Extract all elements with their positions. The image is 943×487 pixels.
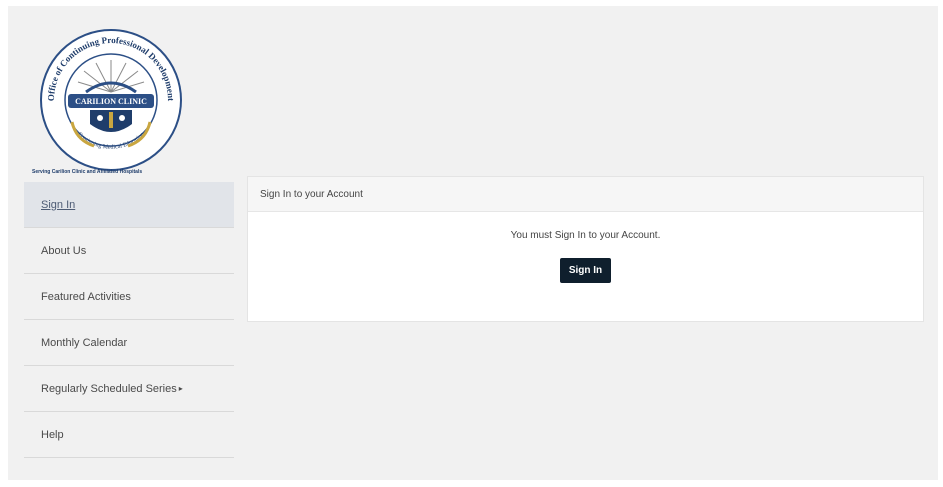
sidebar-item-help[interactable]: Help xyxy=(24,412,234,458)
sidebar-item-featured-activities[interactable]: Featured Activities xyxy=(24,274,234,320)
sidebar-item-label: Featured Activities xyxy=(41,290,131,303)
sidebar-nav: Sign In About Us Featured Activities Mon… xyxy=(24,182,234,458)
organization-logo[interactable]: Office of Continuing Professional Develo… xyxy=(32,22,190,182)
seal-icon: Office of Continuing Professional Develo… xyxy=(40,29,182,171)
logo-tagline: Serving Carilion Clinic and Affiliated H… xyxy=(32,169,143,175)
svg-text:CARILION CLINIC: CARILION CLINIC xyxy=(75,97,147,106)
panel-body: You must Sign In to your Account. Sign I… xyxy=(248,230,923,283)
sidebar-item-regularly-scheduled-series[interactable]: Regularly Scheduled Series ▸ xyxy=(24,366,234,412)
panel-title: Sign In to your Account xyxy=(248,177,923,212)
sidebar-item-about-us[interactable]: About Us xyxy=(24,228,234,274)
sidebar-item-sign-in[interactable]: Sign In xyxy=(24,182,234,228)
sidebar-item-monthly-calendar[interactable]: Monthly Calendar xyxy=(24,320,234,366)
sidebar-item-label[interactable]: Sign In xyxy=(41,199,75,211)
sidebar-item-label: About Us xyxy=(41,244,87,257)
page-background: Office of Continuing Professional Develo… xyxy=(8,6,938,480)
sign-in-message: You must Sign In to your Account. xyxy=(510,230,661,241)
sidebar-item-label: Monthly Calendar xyxy=(41,336,128,349)
sidebar-item-label: Help xyxy=(41,428,64,441)
caret-right-icon: ▸ xyxy=(178,384,183,393)
sign-in-panel: Sign In to your Account You must Sign In… xyxy=(247,176,924,322)
sidebar-item-label: Regularly Scheduled Series xyxy=(41,382,177,395)
sign-in-button[interactable]: Sign In xyxy=(559,258,612,283)
